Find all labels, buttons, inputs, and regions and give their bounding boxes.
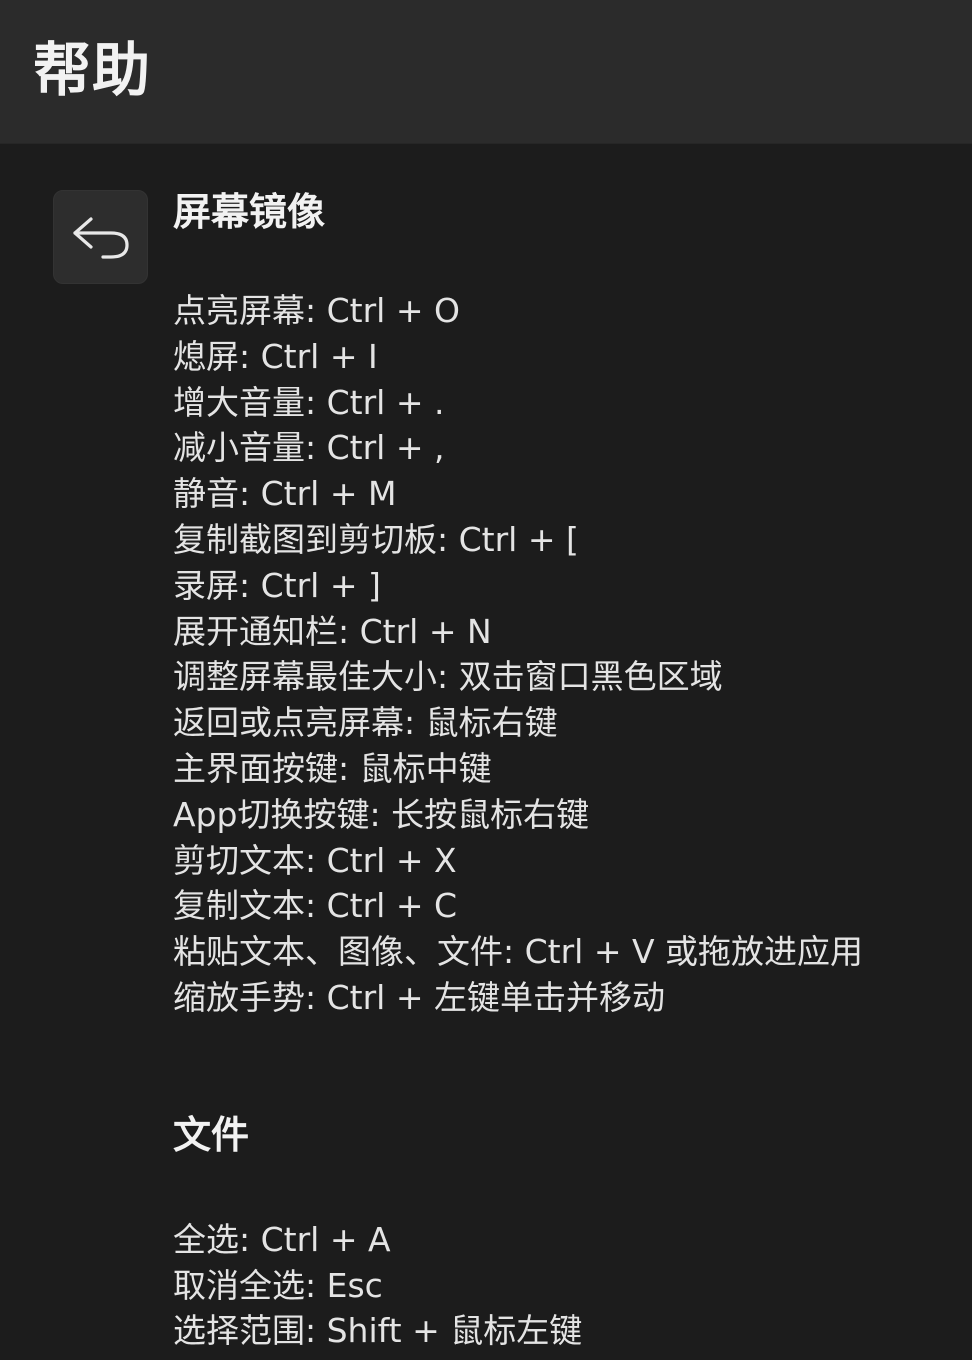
section-title-screen-mirroring: 屏幕镜像 xyxy=(173,190,326,234)
shortcut-item: App切换按键: 长按鼠标右键 xyxy=(173,794,590,834)
help-content: 屏幕镜像 点亮屏幕: Ctrl + O 熄屏: Ctrl + I 增大音量: C… xyxy=(173,180,963,1354)
back-button[interactable] xyxy=(53,190,148,284)
shortcut-item: 调整屏幕最佳大小: 双击窗口黑色区域 xyxy=(173,657,723,697)
header: 帮助 xyxy=(0,0,972,144)
shortcut-item: 粘贴文本、图像、文件: Ctrl + V 或拖放进应用 xyxy=(173,932,864,972)
shortcut-item: 全选: Ctrl + A xyxy=(173,1219,391,1259)
shortcut-item: 返回或点亮屏幕: 鼠标右键 xyxy=(173,703,558,743)
shortcut-item: 缩放手势: Ctrl + 左键单击并移动 xyxy=(173,977,665,1017)
page-title: 帮助 xyxy=(33,36,152,104)
shortcut-list-screen-mirroring: 点亮屏幕: Ctrl + O 熄屏: Ctrl + I 增大音量: Ctrl +… xyxy=(173,288,963,1021)
shortcut-item: 主界面按键: 鼠标中键 xyxy=(173,748,492,788)
section-title-files: 文件 xyxy=(173,1112,250,1157)
shortcut-list-files: 全选: Ctrl + A 取消全选: Esc 选择范围: Shift + 鼠标左… xyxy=(173,1217,963,1354)
back-arrow-icon xyxy=(73,217,129,259)
shortcut-item: 增大音量: Ctrl + . xyxy=(173,382,445,422)
shortcut-item: 减小音量: Ctrl + , xyxy=(173,428,445,468)
shortcut-item: 静音: Ctrl + M xyxy=(173,474,397,514)
shortcut-item: 熄屏: Ctrl + I xyxy=(173,336,378,376)
shortcut-item: 复制截图到剪切板: Ctrl + [ xyxy=(173,519,579,559)
shortcut-item: 剪切文本: Ctrl + X xyxy=(173,840,457,880)
shortcut-item: 复制文本: Ctrl + C xyxy=(173,886,457,926)
shortcut-item: 选择范围: Shift + 鼠标左键 xyxy=(173,1311,583,1351)
shortcut-item: 点亮屏幕: Ctrl + O xyxy=(173,291,460,330)
shortcut-item: 取消全选: Esc xyxy=(173,1265,383,1305)
shortcut-item: 展开通知栏: Ctrl + N xyxy=(173,611,492,651)
shortcut-item: 录屏: Ctrl + ] xyxy=(173,565,381,605)
